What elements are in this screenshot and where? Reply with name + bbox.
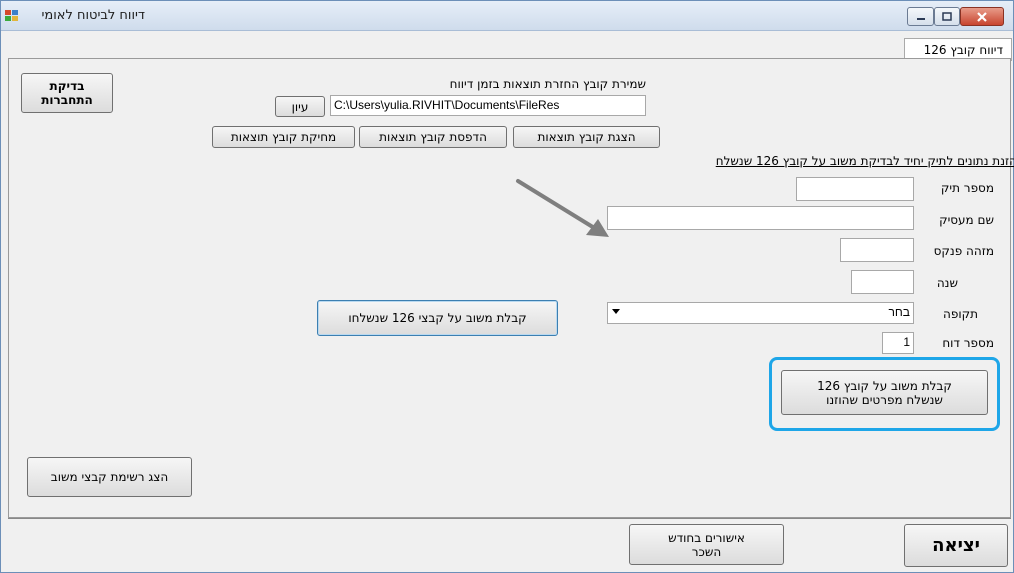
approvals-payroll-month-button[interactable]: אישורים בחודש השכר [629,524,784,565]
year-label: שנה [936,276,958,290]
get-feedback-details-button[interactable]: קבלת משוב על קובץ 126 שנשלח מפרטים שהוזנ… [781,370,988,415]
check-connection-label: בדיקת התחברות [41,79,93,107]
file-number-input[interactable] [796,177,914,201]
save-results-caption: שמירת קובץ החזרת תוצאות בזמן דיווח [449,77,646,91]
close-button[interactable] [960,7,1004,26]
approvals-line2: השכר [691,544,722,559]
maximize-icon [942,12,952,21]
arrow-icon [516,179,609,237]
period-label: תקופה [942,307,978,321]
print-results-button[interactable]: הדפסת קובץ תוצאות [359,126,507,148]
main-panel: בדיקת התחברות שמירת קובץ החזרת תוצאות בז… [8,58,1014,518]
period-select[interactable]: בחר [607,302,914,324]
report-number-input[interactable]: 1 [882,332,914,354]
tab-strip: דיווח קובץ 126 [1,32,1013,61]
ledger-id-label: מזהה פנקס [933,244,994,258]
ledger-id-input[interactable] [840,238,914,262]
bottom-bar: אישורים בחודש השכר יציאה [8,518,1011,572]
check-connection-button[interactable]: בדיקת התחברות [21,73,113,113]
chevron-down-icon [612,309,620,314]
window-title: דיווח לביטוח לאומי [41,8,145,23]
report-number-label: מספר דוח [942,336,994,350]
minimize-icon [916,17,925,20]
app-icon [5,10,18,21]
minimize-button[interactable] [907,7,934,26]
main-window: דיווח לביטוח לאומי דיווח קובץ 126 בדיקת … [0,0,1014,573]
employer-name-label: שם מעסיק [939,213,994,227]
approvals-line1: אישורים בחודש [668,530,745,545]
exit-button[interactable]: יציאה [904,524,1008,567]
save-path-field[interactable]: C:\Users\yulia.RIVHIT\Documents\FileRes [330,95,646,116]
get-feedback-details-line1: קבלת משוב על קובץ 126 [817,378,952,393]
maximize-button[interactable] [934,7,960,26]
show-results-button[interactable]: הצגת קובץ תוצאות [513,126,660,148]
section-title: הזנת נתונים לתיק יחיד לבדיקת משוב על קוב… [715,154,1014,168]
delete-results-button[interactable]: מחיקת קובץ תוצאות [212,126,355,148]
show-feedback-list-button[interactable]: הצג רשימת קבצי משוב [27,457,192,497]
get-feedback-details-line2: שנשלח מפרטים שהוזנו [826,392,943,407]
employer-name-input[interactable] [607,206,914,230]
close-icon [977,11,987,22]
year-input[interactable] [851,270,914,294]
title-bar: דיווח לביטוח לאומי [1,1,1013,31]
browse-button[interactable]: עיון [275,96,325,117]
file-number-label: מספר תיק [940,181,994,195]
period-value: בחר [888,305,911,319]
get-feedback-sent-files-button[interactable]: קבלת משוב על קבצי 126 שנשלחו [317,300,558,336]
